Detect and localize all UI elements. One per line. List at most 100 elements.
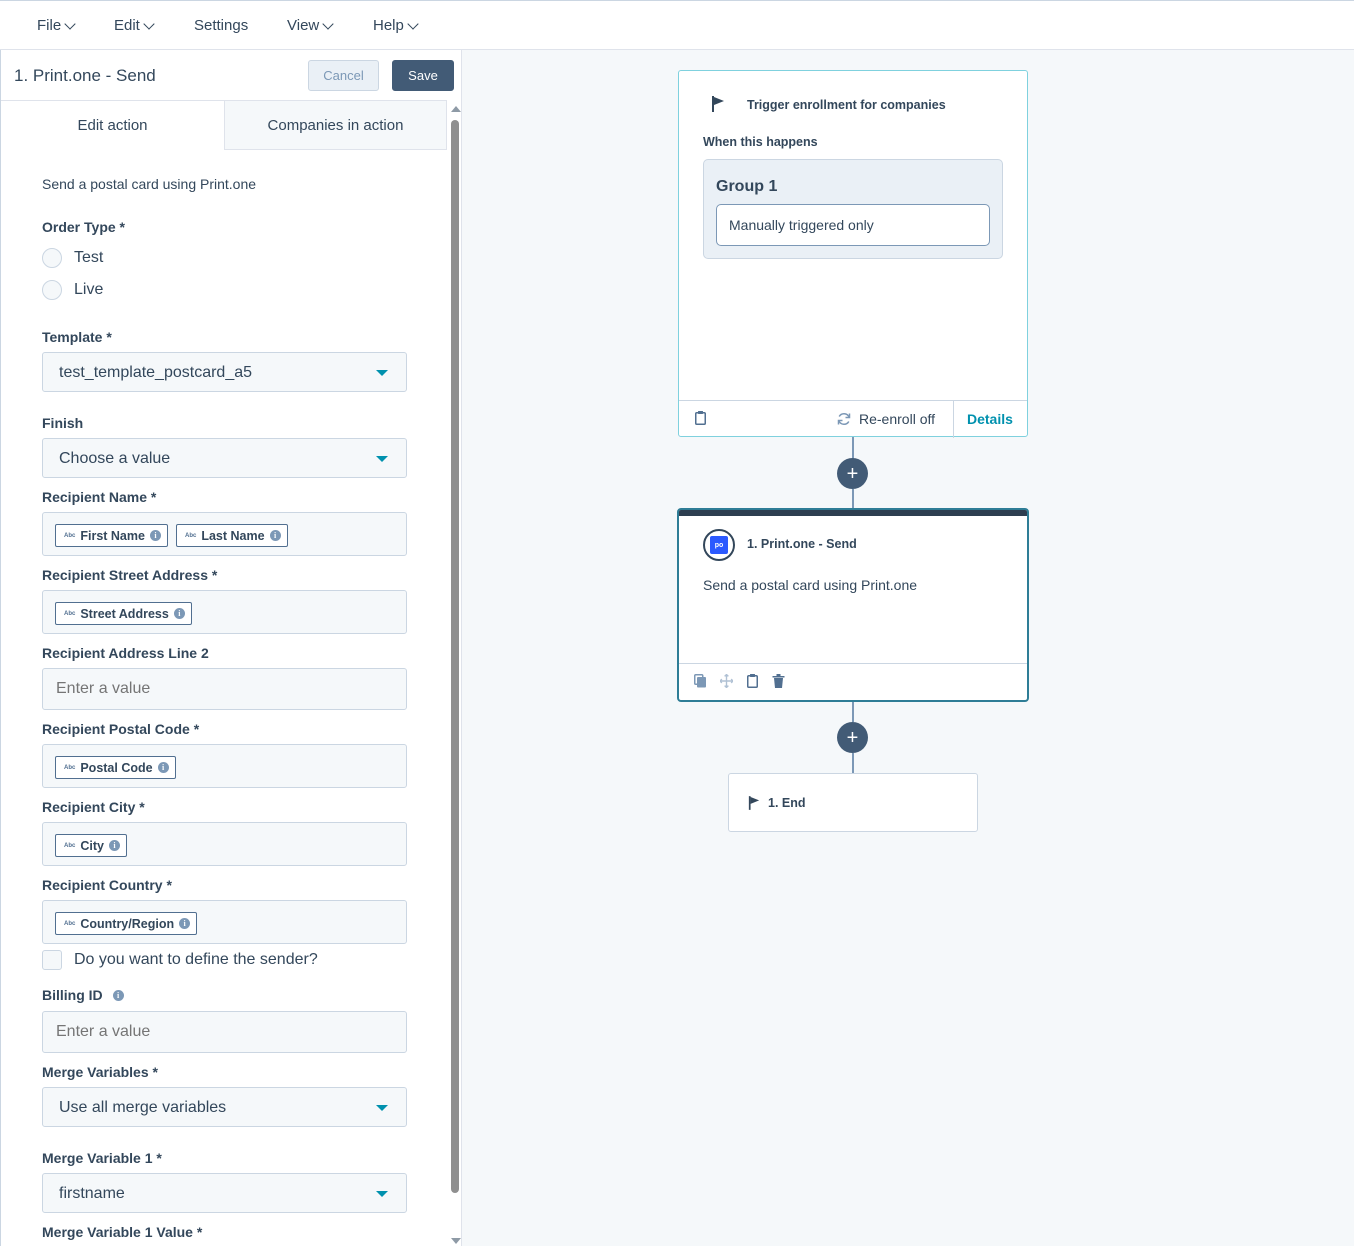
- trigger-group[interactable]: Group 1 Manually triggered only: [703, 159, 1003, 259]
- trash-icon[interactable]: [772, 674, 785, 688]
- template-select[interactable]: test_template_postcard_a5: [42, 352, 407, 392]
- tab-companies-in-action[interactable]: Companies in action: [224, 100, 447, 150]
- trigger-subtitle: When this happens: [703, 135, 818, 149]
- menu-help[interactable]: Help: [373, 17, 419, 34]
- panel-header: 1. Print.one - Send Cancel Save: [1, 50, 461, 100]
- add-action-button[interactable]: +: [837, 722, 868, 753]
- clipboard-icon[interactable]: [746, 674, 759, 688]
- chevron-down-icon: [64, 17, 76, 30]
- radio-live-label: Live: [74, 281, 104, 298]
- menu-view[interactable]: View: [287, 17, 334, 34]
- finish-select[interactable]: Choose a value: [42, 438, 407, 478]
- scroll-up-arrow-icon[interactable]: [451, 106, 461, 112]
- text-type-icon: Abc: [185, 532, 197, 539]
- token-street-address[interactable]: Abc Street Address i: [55, 602, 192, 625]
- recipient-name-label: Recipient Name *: [42, 489, 157, 505]
- menubar: File Edit Settings View Help: [0, 0, 1354, 50]
- token-city[interactable]: Abc City i: [55, 834, 127, 857]
- cancel-button[interactable]: Cancel: [308, 60, 379, 91]
- radio-live[interactable]: [42, 280, 62, 300]
- text-type-icon: Abc: [64, 532, 76, 539]
- group-title: Group 1: [716, 178, 778, 195]
- tab-edit-action[interactable]: Edit action: [1, 100, 224, 150]
- radio-test[interactable]: [42, 248, 62, 268]
- end-title: 1. End: [768, 796, 806, 810]
- define-sender-option[interactable]: Do you want to define the sender?: [42, 950, 318, 970]
- recipient-name-field[interactable]: Abc First Name i Abc Last Name i: [42, 512, 407, 556]
- flag-icon: [748, 796, 760, 810]
- end-card[interactable]: 1. End: [728, 773, 978, 832]
- template-select-value: test_template_postcard_a5: [59, 364, 253, 381]
- info-icon: i: [173, 608, 185, 619]
- recipient-postal-field[interactable]: Abc Postal Code i: [42, 744, 407, 788]
- text-type-icon: Abc: [64, 920, 76, 927]
- token-first-name[interactable]: Abc First Name i: [55, 524, 168, 547]
- text-type-icon: Abc: [64, 842, 76, 849]
- info-icon[interactable]: i: [112, 989, 124, 1001]
- menu-view-label: View: [287, 17, 320, 34]
- recipient-line2-input[interactable]: [42, 668, 407, 710]
- text-type-icon: Abc: [64, 764, 76, 771]
- merge-variables-label: Merge Variables *: [42, 1064, 158, 1080]
- group-rule[interactable]: Manually triggered only: [716, 204, 990, 246]
- radio-test-label: Test: [74, 249, 104, 266]
- info-icon: i: [269, 530, 281, 541]
- edit-action-panel: 1. Print.one - Send Cancel Save Edit act…: [0, 50, 462, 1246]
- add-action-button[interactable]: +: [837, 458, 868, 489]
- caret-down-icon: [376, 1105, 388, 1111]
- merge-variables-select[interactable]: Use all merge variables: [42, 1087, 407, 1127]
- menu-edit[interactable]: Edit: [114, 17, 155, 34]
- connector-line: [852, 753, 854, 773]
- scrollbar-thumb[interactable]: [451, 120, 459, 1193]
- order-type-label: Order Type *: [42, 219, 125, 235]
- action-card[interactable]: po 1. Print.one - Send Send a postal car…: [677, 508, 1029, 702]
- billing-id-label: Billing ID: [42, 987, 103, 1003]
- chevron-down-icon: [143, 17, 155, 30]
- define-sender-checkbox[interactable]: [42, 950, 62, 970]
- action-card-top-bar: [679, 510, 1027, 516]
- merge-variable-1-select[interactable]: firstname: [42, 1173, 407, 1213]
- flag-icon: [712, 96, 724, 112]
- trigger-card[interactable]: Trigger enrollment for companies When th…: [678, 70, 1028, 438]
- save-button[interactable]: Save: [392, 60, 454, 91]
- token-postal-code[interactable]: Abc Postal Code i: [55, 756, 176, 779]
- recipient-country-field[interactable]: Abc Country/Region i: [42, 900, 407, 944]
- caret-down-icon: [376, 456, 388, 462]
- billing-id-label-row: Billing ID i: [42, 987, 124, 1003]
- merge-variable-1-value: firstname: [59, 1185, 125, 1202]
- recipient-city-label: Recipient City *: [42, 799, 145, 815]
- recipient-street-label: Recipient Street Address *: [42, 567, 218, 583]
- footer-divider: [953, 401, 954, 438]
- finish-select-value: Choose a value: [59, 450, 171, 467]
- details-link[interactable]: Details: [967, 411, 1013, 427]
- scroll-down-arrow-icon[interactable]: [451, 1238, 461, 1244]
- menu-file-label: File: [37, 17, 62, 34]
- token-last-name[interactable]: Abc Last Name i: [176, 524, 288, 547]
- move-icon[interactable]: [720, 674, 733, 688]
- panel-title: 1. Print.one - Send: [14, 66, 156, 85]
- panel-scrollbar[interactable]: [448, 102, 461, 1246]
- reenroll-label: Re-enroll off: [859, 411, 936, 427]
- order-type-test-option[interactable]: Test: [42, 248, 103, 268]
- clipboard-icon[interactable]: [695, 411, 706, 425]
- connector-line: [852, 702, 854, 722]
- billing-id-input[interactable]: [42, 1011, 407, 1053]
- trigger-footer: Re-enroll off Details: [679, 400, 1027, 438]
- printone-logo-icon: po: [703, 529, 735, 561]
- info-icon: i: [157, 762, 169, 773]
- token-country-region[interactable]: Abc Country/Region i: [55, 912, 198, 935]
- order-type-live-option[interactable]: Live: [42, 280, 103, 300]
- info-icon: i: [149, 530, 161, 541]
- action-card-description: Send a postal card using Print.one: [703, 577, 918, 593]
- trigger-title: Trigger enrollment for companies: [747, 98, 946, 112]
- menu-file[interactable]: File: [37, 17, 76, 34]
- recipient-city-field[interactable]: Abc City i: [42, 822, 407, 866]
- recipient-line2-label: Recipient Address Line 2: [42, 645, 209, 661]
- recipient-country-label: Recipient Country *: [42, 877, 172, 893]
- action-title: 1. Print.one - Send: [747, 537, 857, 551]
- reenroll-toggle[interactable]: Re-enroll off: [837, 411, 935, 427]
- copy-icon[interactable]: [694, 674, 707, 688]
- menu-settings[interactable]: Settings: [194, 17, 248, 34]
- recipient-street-field[interactable]: Abc Street Address i: [42, 590, 407, 634]
- printone-logo-mark: po: [710, 536, 728, 554]
